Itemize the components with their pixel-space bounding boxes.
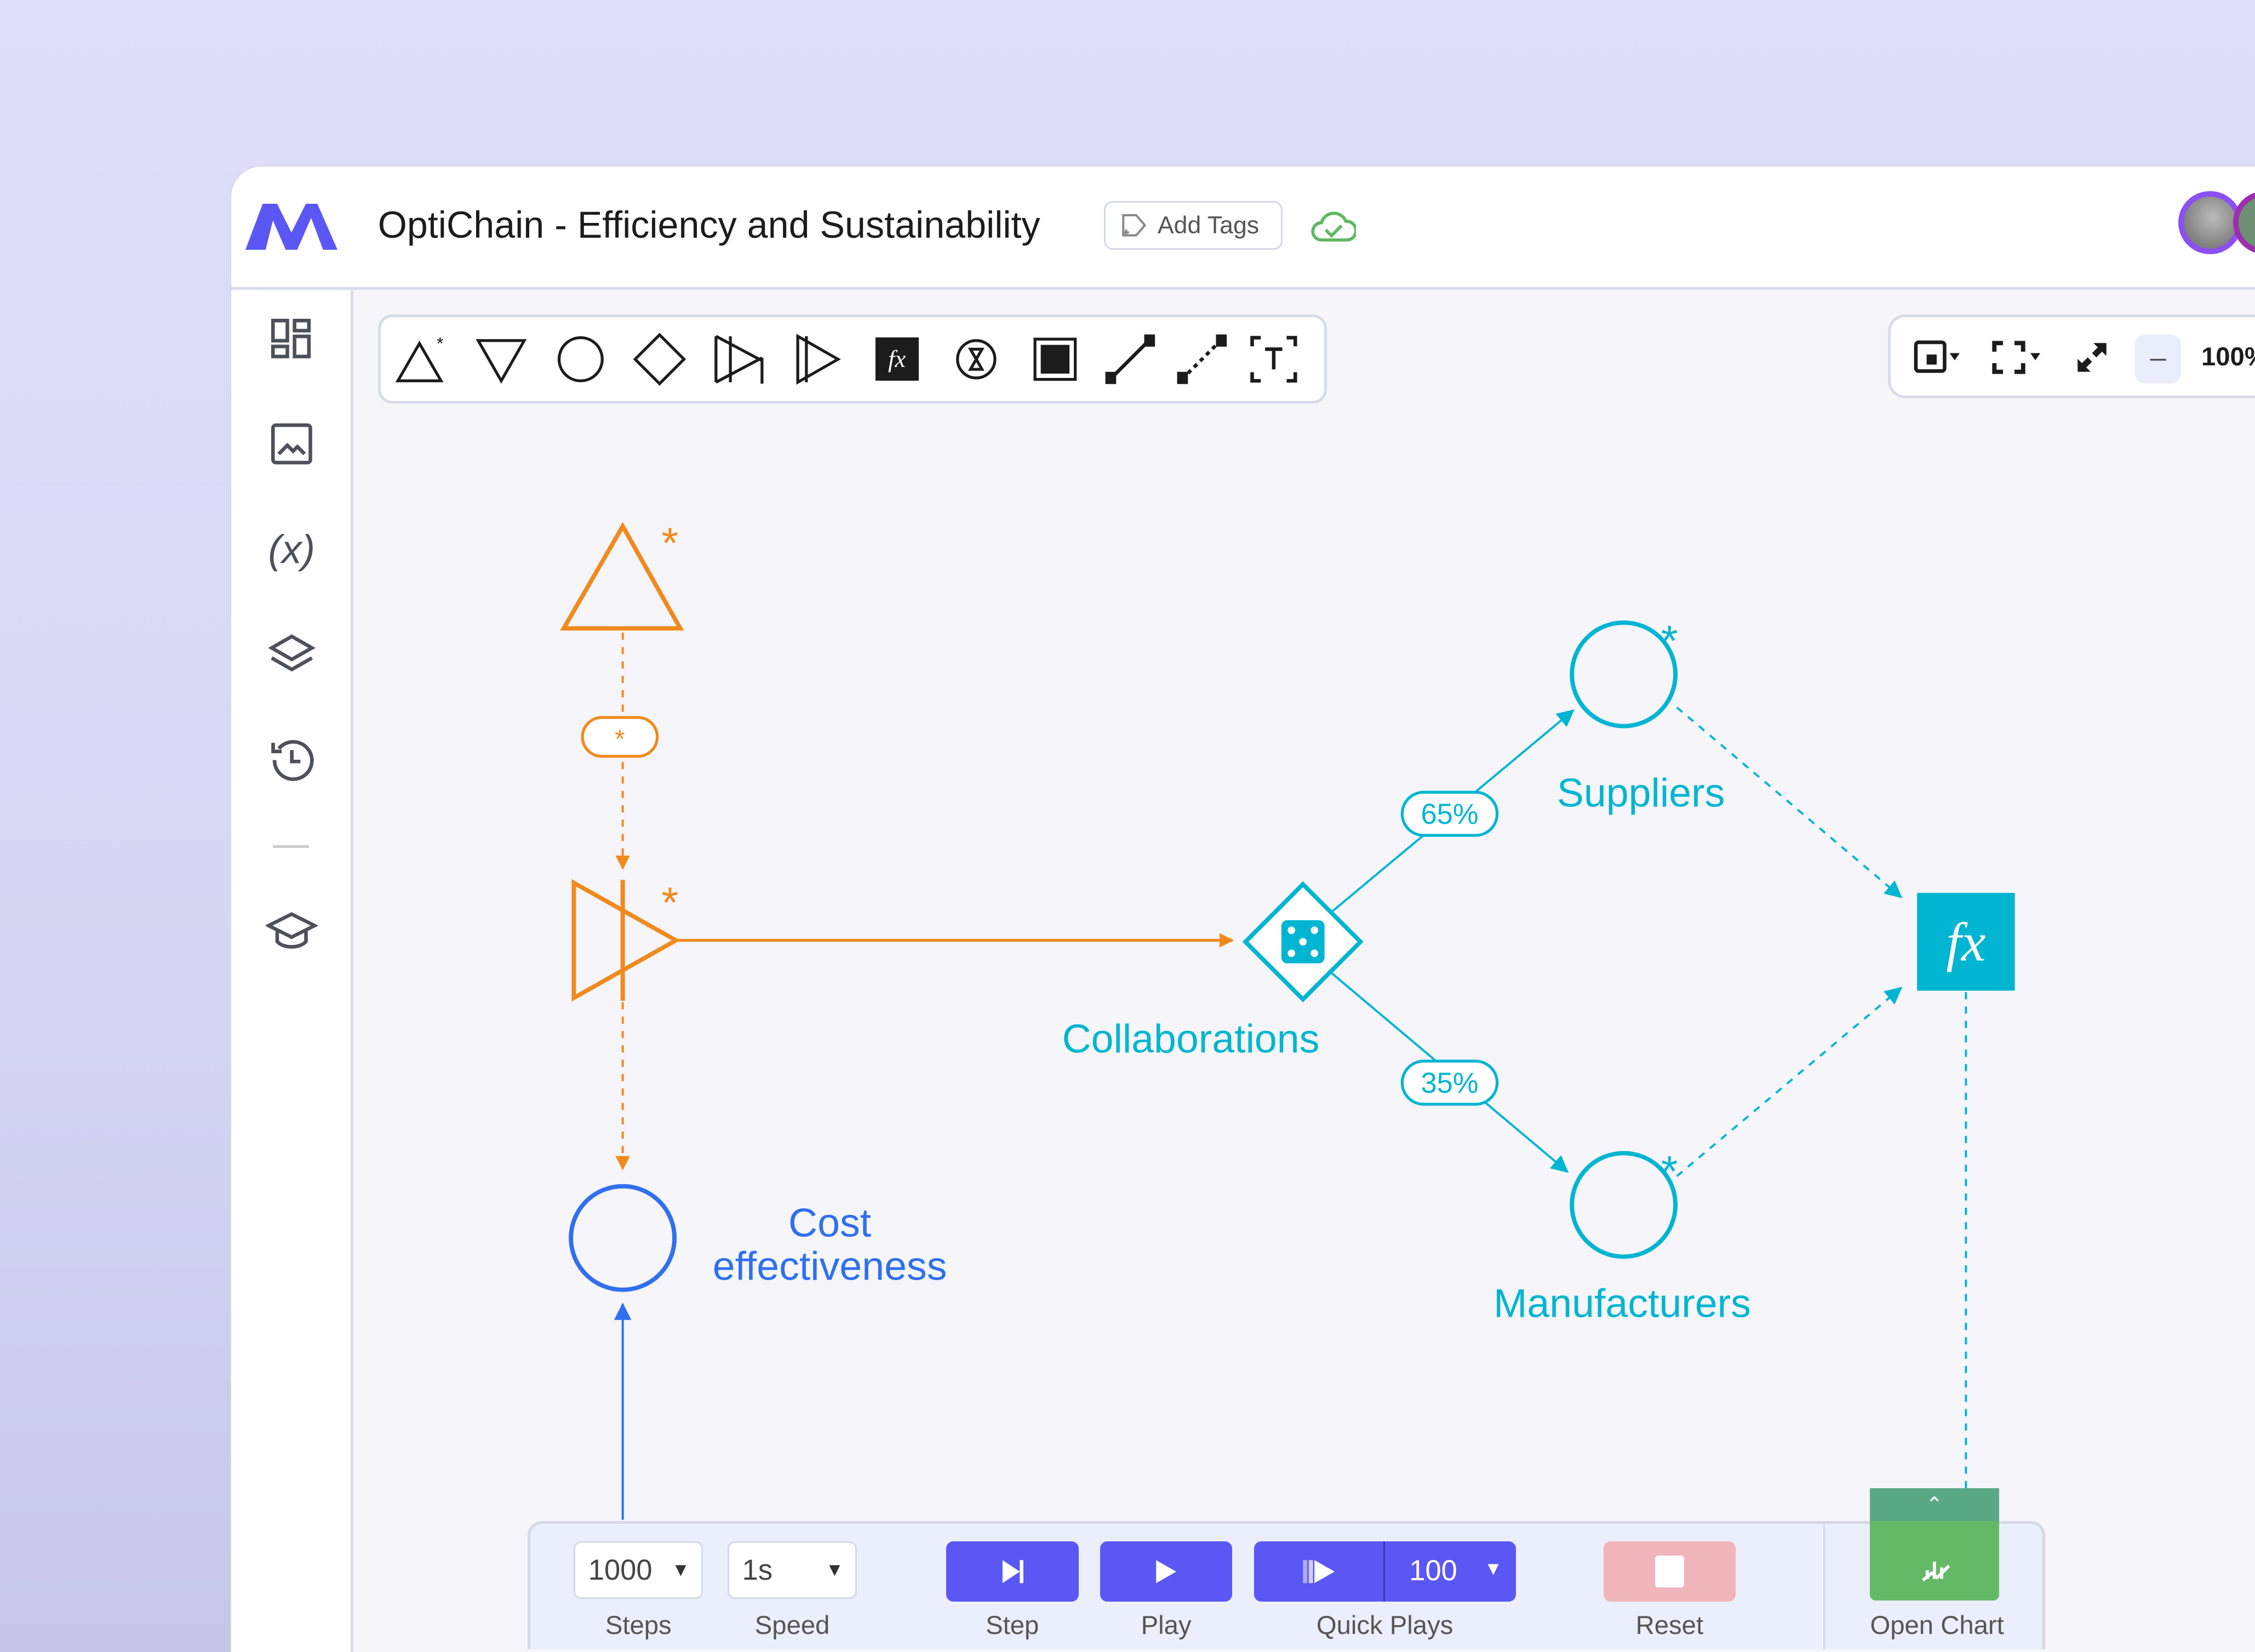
chevron-down-icon[interactable]: ▼ [1484,1558,1503,1580]
fast-play-icon [1303,1559,1335,1583]
diagram-canvas: * * * Cost effectiveness Collaborations … [560,519,2015,1520]
step-icon [1002,1559,1023,1583]
suppliers-label: Suppliers [1557,770,1725,816]
play-icon [1156,1559,1176,1583]
cost-label: Cost [788,1200,871,1246]
step-button[interactable] [946,1541,1079,1602]
chevron-up-icon[interactable]: ⌃ [1869,1488,1999,1522]
chart-icon [1921,1561,1950,1582]
suppliers-node[interactable] [1570,620,1678,729]
speed-select[interactable]: 1s ▼ [728,1541,857,1599]
reset-button[interactable] [1603,1541,1736,1602]
controls-divider [1823,1524,1825,1649]
steps-value: 1000 [588,1553,653,1586]
stock-star: * [662,519,679,567]
steps-label: Steps [605,1610,672,1640]
dashed-link [1676,986,1903,1177]
play-button[interactable] [1100,1541,1233,1602]
stage: OptiChain - Efficiency and Sustainabilit… [0,0,2255,1652]
reset-label: Reset [1635,1610,1704,1640]
manufacturers-label: Manufacturers [1493,1281,1751,1326]
quick-plays-value[interactable]: 100 [1409,1554,1457,1587]
speed-label: Speed [754,1610,830,1640]
cost-label: effectiveness [713,1243,947,1288]
link-pill-label: * [615,725,625,754]
quick-plays-button[interactable]: 100 ▼ [1254,1541,1516,1602]
pct-manufacturers: 35% [1421,1067,1478,1099]
manufacturers-node[interactable] [1570,1151,1678,1259]
play-label: Play [1141,1610,1192,1640]
quick-plays-divider [1383,1541,1385,1602]
stop-icon [1655,1556,1684,1587]
collaborations-label: Collaborations [1062,1016,1320,1062]
step-label: Step [986,1610,1039,1640]
quick-plays-label: Quick Plays [1316,1610,1453,1640]
steps-select[interactable]: 1000 ▼ [574,1541,703,1599]
chevron-down-icon: ▼ [671,1559,690,1580]
simulation-controls: 1000 ▼ Steps 1s ▼ Speed Step Play 100 ▼ Qu… [528,1521,2045,1649]
open-chart-label: Open Chart [1870,1610,2004,1640]
speed-value: 1s [742,1553,773,1586]
function-label: fx [1946,912,1985,973]
converter-star: * [662,879,679,927]
manufacturers-star: * [1661,1148,1678,1196]
open-chart-button[interactable]: ⌃ [1869,1488,1999,1601]
suppliers-star: * [1661,617,1678,665]
chevron-down-icon: ▼ [825,1559,844,1580]
pct-suppliers: 65% [1421,798,1478,830]
cost-node[interactable] [569,1184,677,1292]
